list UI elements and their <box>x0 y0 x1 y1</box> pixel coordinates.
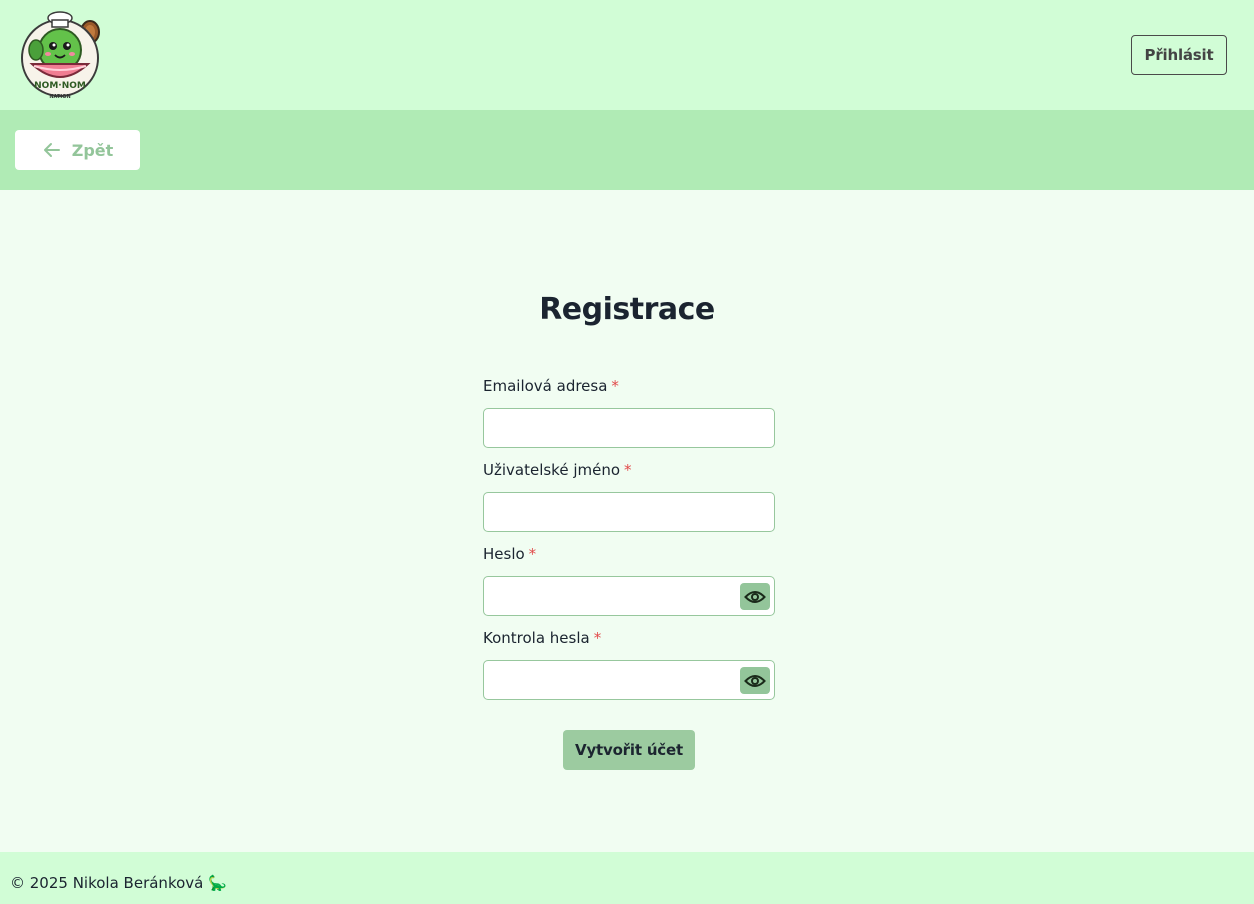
email-field-wrapper <box>483 408 775 448</box>
header-bar <box>0 0 1254 110</box>
username-label: Uživatelské jméno * <box>483 461 632 479</box>
password-field[interactable] <box>484 577 774 615</box>
required-marker: * <box>593 629 602 647</box>
show-password-toggle[interactable] <box>740 583 770 610</box>
password-field-wrapper <box>483 576 775 616</box>
password-confirm-field-wrapper <box>483 660 775 700</box>
login-button[interactable]: Přihlásit <box>1131 35 1227 75</box>
show-password-confirm-toggle[interactable] <box>740 667 770 694</box>
back-button-label: Zpět <box>71 140 114 160</box>
password-label: Heslo * <box>483 545 536 563</box>
footer-copyright: © 2025 Nikola Beránková 🦕 <box>10 874 227 892</box>
username-field-wrapper <box>483 492 775 532</box>
arrow-left-icon <box>43 143 60 157</box>
email-label: Emailová adresa * <box>483 377 619 395</box>
email-label-text: Emailová adresa <box>483 377 608 395</box>
email-field[interactable] <box>484 409 774 447</box>
subnav-bar <box>0 110 1254 190</box>
required-marker: * <box>611 377 619 395</box>
eye-icon <box>744 674 766 687</box>
svg-text:NATION: NATION <box>49 94 70 100</box>
username-field[interactable] <box>484 493 774 531</box>
create-account-button[interactable]: Vytvořit účet <box>563 730 695 770</box>
nom-nom-nation-logo[interactable]: NOM·NOM NATION <box>18 8 104 104</box>
password-confirm-label: Kontrola hesla * <box>483 629 601 647</box>
password-confirm-label-text: Kontrola hesla <box>483 629 590 647</box>
eye-icon <box>744 590 766 603</box>
svg-text:NOM·NOM: NOM·NOM <box>34 81 86 91</box>
required-marker: * <box>528 545 537 563</box>
username-label-text: Uživatelské jméno <box>483 461 621 479</box>
password-label-text: Heslo <box>483 545 525 563</box>
required-marker: * <box>624 461 632 479</box>
password-confirm-field[interactable] <box>484 661 774 699</box>
page-title: Registrace <box>539 292 715 327</box>
back-button[interactable]: Zpět <box>15 130 140 170</box>
